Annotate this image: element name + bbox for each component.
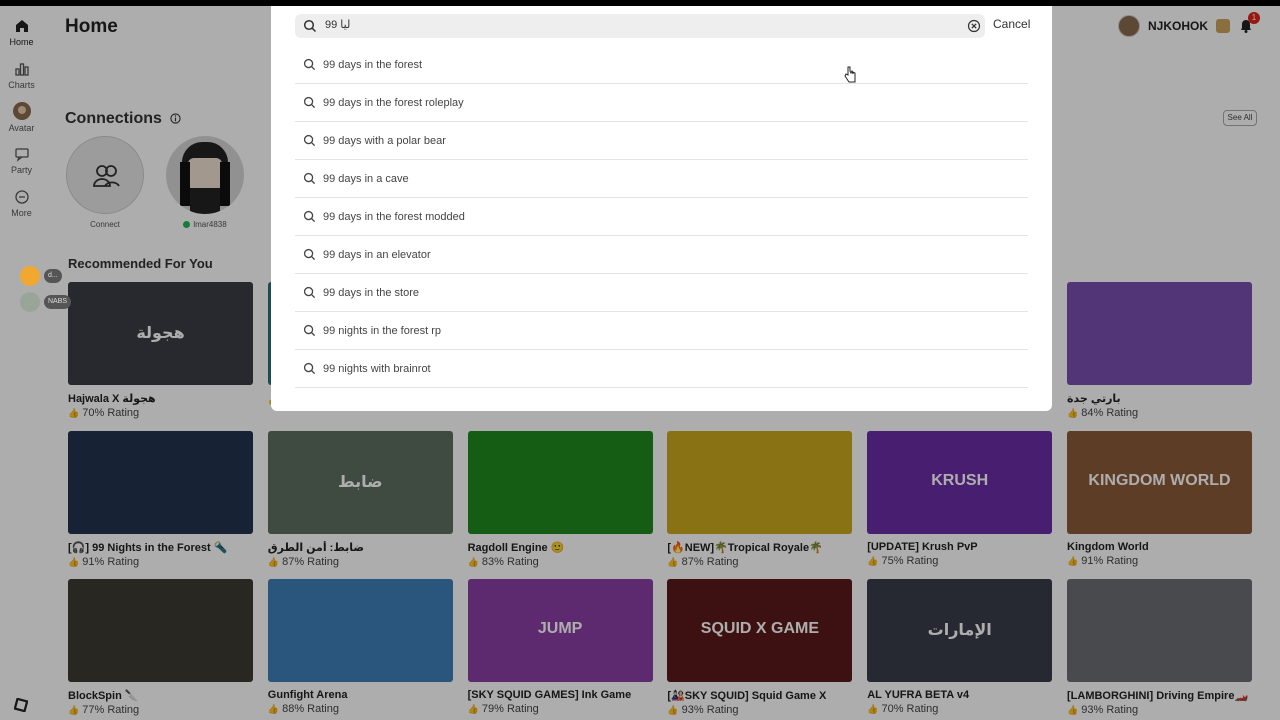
suggestion-text: 99 days in an elevator [323, 248, 431, 261]
secondary-tag: NABS [44, 295, 72, 309]
suggestion-text: 99 days in the forest [323, 58, 423, 71]
search-suggestion[interactable]: 99 days with a polar bear [295, 122, 1028, 160]
search-icon [303, 96, 316, 109]
search-icon [303, 362, 316, 375]
search-suggestion[interactable]: 99 days in the forest [295, 46, 1028, 84]
suggestion-text: 99 days with a polar bear [323, 134, 446, 147]
hand-cursor-icon [844, 66, 856, 83]
search-icon [303, 210, 316, 223]
search-icon [303, 58, 316, 71]
search-icon [303, 134, 316, 147]
clear-icon[interactable] [967, 19, 981, 33]
search-suggestion[interactable]: 99 days in the forest roleplay [295, 84, 1028, 122]
search-value: 99 ليا [325, 19, 351, 31]
search-suggestion[interactable]: 99 nights in the forest rp [295, 312, 1028, 350]
search-icon [303, 248, 316, 261]
suggestion-text: 99 days in the store [323, 286, 420, 299]
search-suggestion[interactable]: 99 days in an elevator [295, 236, 1028, 274]
search-icon [303, 19, 317, 33]
search-icon [303, 324, 316, 337]
search-suggestion[interactable]: 99 days in the store [295, 274, 1028, 312]
suggestion-text: 99 days in the forest modded [323, 210, 465, 223]
search-suggestion[interactable]: 99 days in the forest modded [295, 198, 1028, 236]
search-panel: 99 ليا Cancel 99 days in the forest 99 da… [271, 6, 1052, 411]
suggestion-text: 99 nights with brainrot [323, 362, 431, 375]
search-icon [303, 286, 316, 299]
search-input[interactable]: 99 ليا [295, 14, 985, 38]
search-suggestion[interactable]: 99 days in a cave [295, 160, 1028, 198]
discord-bubble[interactable] [20, 266, 40, 286]
suggestion-text: 99 days in the forest roleplay [323, 96, 464, 109]
suggestion-text: 99 nights in the forest rp [323, 324, 442, 337]
suggestion-text: 99 days in a cave [323, 172, 409, 185]
search-suggestion[interactable]: 99 nights with brainrot [295, 350, 1028, 388]
search-icon [303, 172, 316, 185]
suggestion-list: 99 days in the forest 99 days in the fore… [295, 46, 1028, 388]
secondary-bubble[interactable] [20, 292, 40, 312]
discord-tag: d... [44, 269, 62, 283]
cancel-button[interactable]: Cancel [993, 17, 1030, 31]
